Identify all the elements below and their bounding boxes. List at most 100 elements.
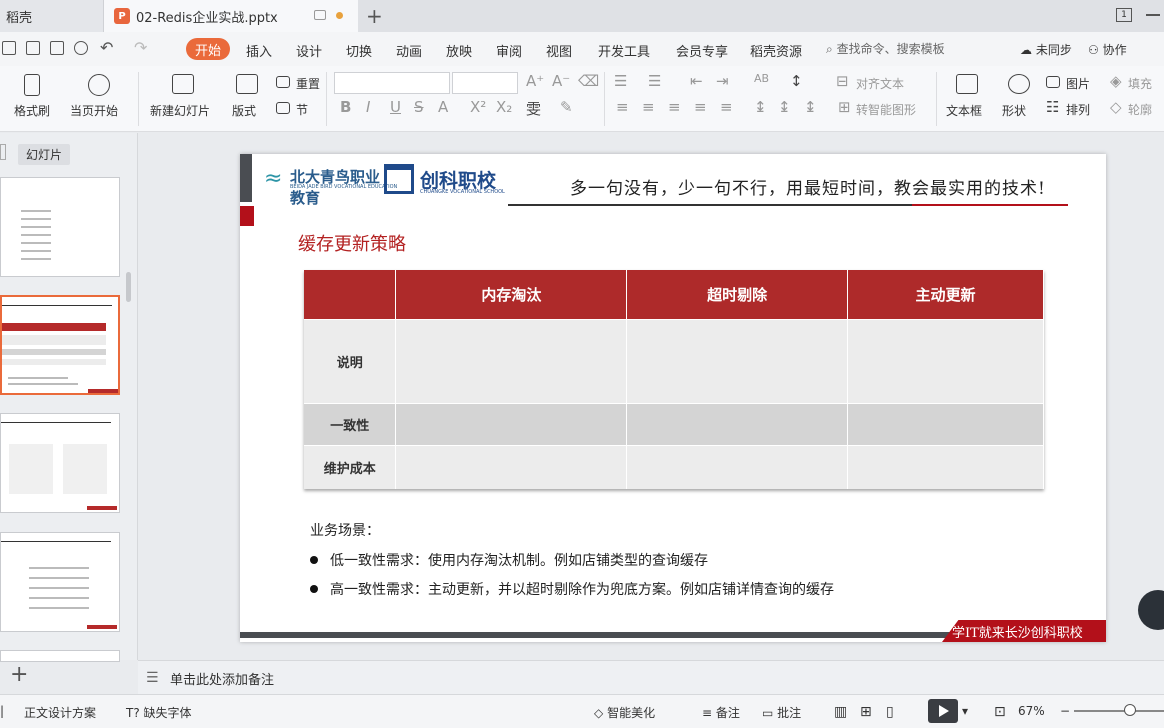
scenario-label[interactable]: 业务场景：: [310, 520, 380, 540]
increase-indent-icon[interactable]: ⇥: [716, 72, 729, 90]
underline-icon[interactable]: U: [390, 98, 401, 116]
outline-icon[interactable]: ◇: [1110, 98, 1122, 116]
align-right-icon[interactable]: ≡: [668, 98, 681, 116]
bullet-item[interactable]: 高一致性需求：主动更新，并以超时剔除作为兜底方案。例如店铺详情查询的缓存: [310, 579, 834, 599]
fill-label[interactable]: 填充: [1128, 75, 1152, 92]
table-cell[interactable]: [847, 318, 1044, 403]
reset-label[interactable]: 重置: [296, 75, 320, 92]
redo-icon[interactable]: ↷: [134, 38, 147, 57]
outline-tab[interactable]: [0, 144, 6, 160]
picture-icon[interactable]: [1046, 76, 1060, 88]
slide-thumbnail-1[interactable]: [0, 177, 120, 277]
table-cell[interactable]: [395, 318, 628, 403]
menu-member[interactable]: 会员专享: [676, 41, 728, 60]
monitor-icon[interactable]: [314, 10, 326, 20]
zoom-slider-knob[interactable]: [1124, 704, 1136, 716]
bold-icon[interactable]: B: [340, 98, 351, 116]
table-cell[interactable]: [626, 444, 849, 489]
text-case-icon[interactable]: AB: [754, 72, 769, 85]
slide-thumbnail-4[interactable]: [0, 532, 120, 632]
clear-format-icon[interactable]: ⌫: [578, 72, 599, 90]
play-circle-icon[interactable]: [88, 74, 110, 96]
new-doc-icon[interactable]: [2, 41, 16, 55]
decrease-indent-icon[interactable]: ⇤: [690, 72, 703, 90]
subscript-icon[interactable]: X₂: [496, 98, 512, 116]
missing-font-button[interactable]: T? 缺失字体: [126, 704, 192, 721]
justify-icon[interactable]: ≡: [694, 98, 707, 116]
table-cell[interactable]: [395, 402, 628, 445]
open-icon[interactable]: [26, 41, 40, 55]
new-tab-button[interactable]: +: [366, 4, 383, 28]
para-spacing-icon[interactable]: ↨: [778, 98, 791, 116]
play-from-current-label[interactable]: 当页开始: [70, 102, 118, 119]
add-slide-button[interactable]: +: [10, 662, 28, 687]
table-header-memory-eviction[interactable]: 内存淘汰: [395, 270, 628, 319]
menu-design[interactable]: 设计: [296, 41, 322, 60]
picture-label[interactable]: 图片: [1066, 75, 1090, 92]
row-label-description[interactable]: 说明: [304, 318, 397, 403]
font-color-icon[interactable]: A: [438, 98, 448, 116]
row-label-consistency[interactable]: 一致性: [304, 402, 397, 445]
menu-developer[interactable]: 开发工具: [598, 41, 650, 60]
table-cell[interactable]: [395, 444, 628, 489]
textbox-icon[interactable]: [956, 74, 978, 94]
new-slide-icon[interactable]: [172, 74, 194, 94]
decrease-font-icon[interactable]: A⁻: [552, 72, 570, 90]
floating-assistant-button[interactable]: [1138, 590, 1164, 630]
zoom-level[interactable]: 67%: [1018, 704, 1045, 718]
format-brush-label[interactable]: 格式刷: [14, 102, 50, 119]
align-text-label[interactable]: 对齐文本: [856, 75, 904, 92]
row-label-maintenance-cost[interactable]: 维护成本: [304, 444, 397, 489]
table-header-active-update[interactable]: 主动更新: [847, 270, 1044, 319]
distribute-icon[interactable]: ≡: [720, 98, 733, 116]
strikethrough-icon[interactable]: S: [414, 98, 424, 116]
fill-icon[interactable]: ◈: [1110, 72, 1122, 90]
phonetic-icon[interactable]: 雯: [526, 98, 541, 119]
menu-insert[interactable]: 插入: [246, 41, 272, 60]
table-cell[interactable]: [847, 444, 1044, 489]
section-icon[interactable]: [276, 102, 290, 114]
table-header-timeout-eviction[interactable]: 超时剔除: [626, 270, 849, 319]
undo-icon[interactable]: ↶: [100, 38, 113, 57]
slides-tab[interactable]: 幻灯片: [18, 144, 71, 165]
collab-button[interactable]: ⚇ 协作: [1088, 41, 1127, 58]
bullet-list-icon[interactable]: ☰: [614, 72, 627, 90]
sync-status[interactable]: ☁ 未同步: [1020, 41, 1072, 58]
section-label[interactable]: 节: [296, 101, 308, 118]
sort-icon[interactable]: ↕: [790, 72, 803, 90]
print-preview-icon[interactable]: [74, 41, 88, 55]
notes-bar[interactable]: [138, 660, 1164, 694]
slide-thumbnail-3[interactable]: [0, 413, 120, 513]
slide-canvas[interactable]: ≈ 北大青鸟职业教育 BEIDA JADE BIRD VOCATIONAL ED…: [240, 154, 1106, 642]
superscript-icon[interactable]: X²: [470, 98, 486, 116]
slide-title[interactable]: 缓存更新策略: [298, 230, 406, 256]
textbox-label[interactable]: 文本框: [946, 102, 982, 119]
menu-review[interactable]: 审阅: [496, 41, 522, 60]
new-slide-label[interactable]: 新建幻灯片: [150, 102, 210, 119]
align-center-icon[interactable]: ≡: [642, 98, 655, 116]
zoom-out-icon[interactable]: −: [1060, 704, 1070, 718]
table-cell[interactable]: [626, 318, 849, 403]
slide-thumbnail-5[interactable]: [0, 650, 120, 662]
tab-document[interactable]: P 02-Redis企业实战.pptx: [104, 0, 358, 32]
increase-font-icon[interactable]: A⁺: [526, 72, 544, 90]
menu-start[interactable]: 开始: [186, 38, 230, 60]
arrange-label[interactable]: 排列: [1066, 101, 1090, 118]
page-indicator-icon[interactable]: 1: [1116, 8, 1132, 22]
align-text-icon[interactable]: ⊟: [836, 72, 849, 90]
fit-window-icon[interactable]: ⊡: [994, 704, 1006, 720]
menu-daoke[interactable]: 稻壳资源: [750, 41, 802, 60]
reading-view-icon[interactable]: ▯: [886, 704, 894, 720]
table-cell[interactable]: [847, 402, 1044, 445]
notes-placeholder[interactable]: 单击此处添加备注: [170, 669, 274, 688]
shape-icon[interactable]: [1008, 74, 1030, 94]
outline-label[interactable]: 轮廓: [1128, 101, 1152, 118]
thumbnail-scrollbar[interactable]: [126, 272, 131, 302]
command-search[interactable]: ⌕ 查找命令、搜索模板: [826, 40, 945, 57]
print-icon[interactable]: [50, 41, 64, 55]
smart-shape-icon[interactable]: ⊞: [838, 98, 851, 116]
menu-slideshow[interactable]: 放映: [446, 41, 472, 60]
minimize-icon[interactable]: [1146, 14, 1160, 16]
highlight-icon[interactable]: ✎: [560, 98, 573, 116]
reset-icon[interactable]: [276, 76, 290, 88]
